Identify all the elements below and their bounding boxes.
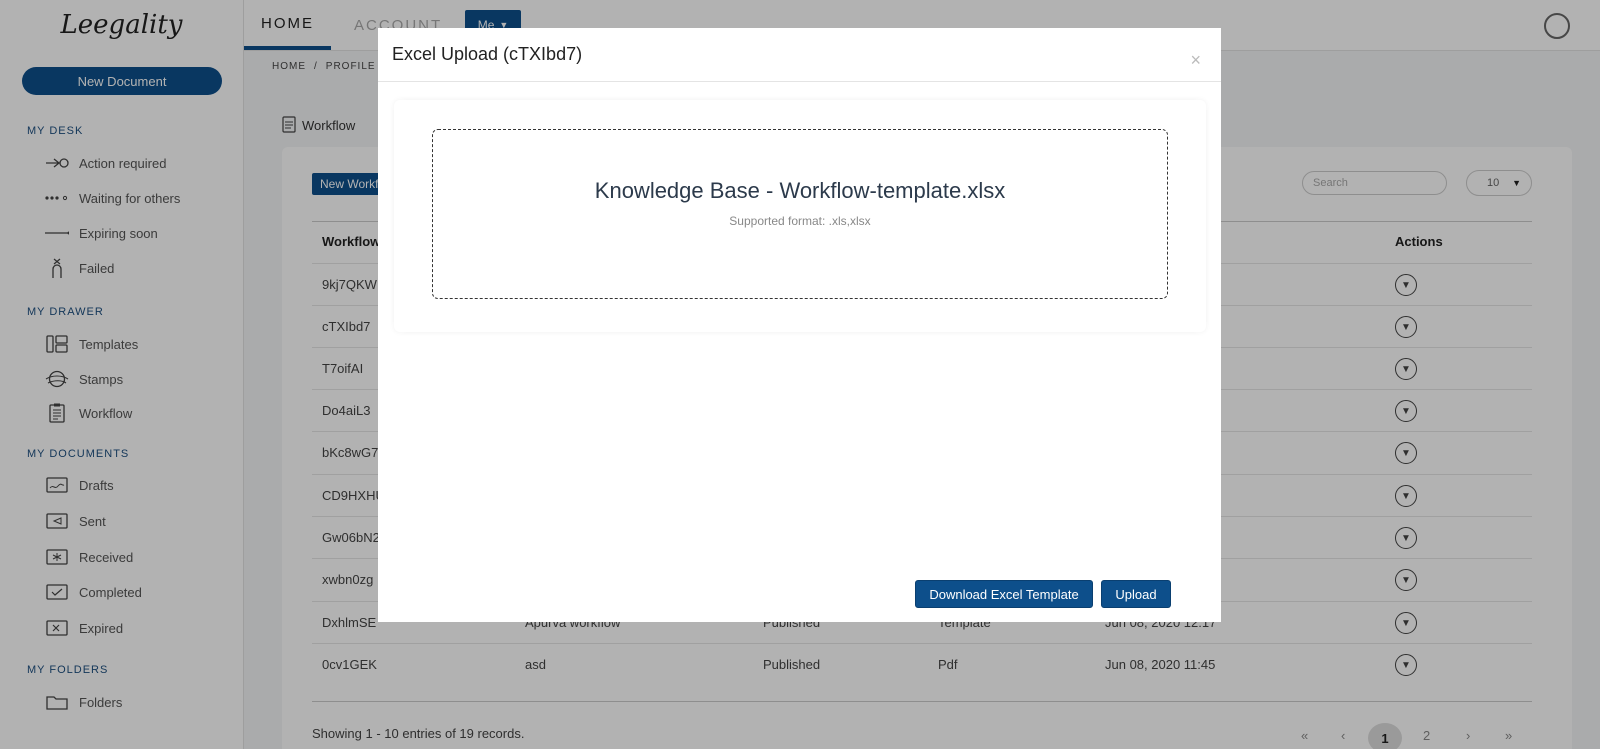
- close-icon[interactable]: ×: [1190, 50, 1201, 71]
- upload-button[interactable]: Upload: [1101, 580, 1171, 608]
- excel-upload-modal: Excel Upload (cTXIbd7) × Knowledge Base …: [378, 28, 1221, 622]
- modal-title: Excel Upload (cTXIbd7): [392, 44, 583, 64]
- download-excel-template-button[interactable]: Download Excel Template: [915, 580, 1093, 608]
- supported-format-text: Supported format: .xls,xlsx: [729, 214, 871, 228]
- file-dropzone[interactable]: Knowledge Base - Workflow-template.xlsx …: [432, 129, 1168, 299]
- selected-file-name: Knowledge Base - Workflow-template.xlsx: [594, 178, 1006, 203]
- modal-header: Excel Upload (cTXIbd7) ×: [378, 28, 1221, 82]
